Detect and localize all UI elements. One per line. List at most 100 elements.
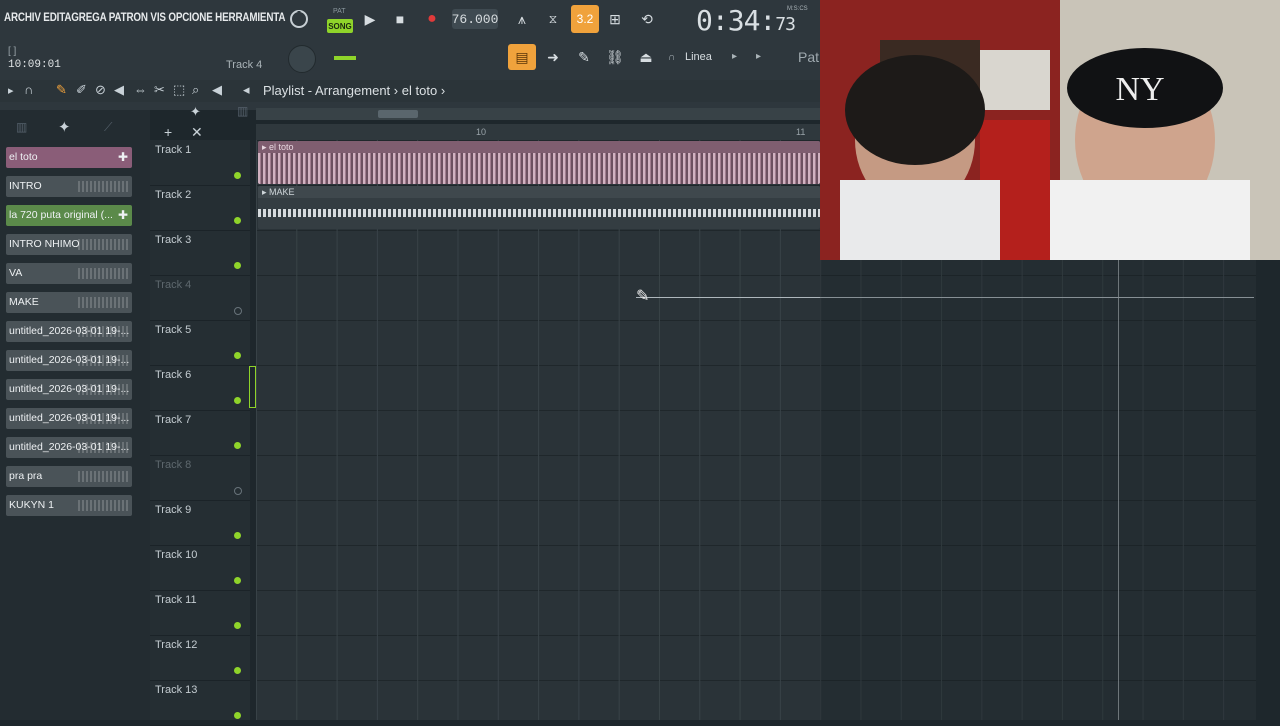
- draw-tool-icon[interactable]: ✎: [56, 82, 67, 98]
- snap-mode-select[interactable]: Linea: [685, 51, 712, 63]
- main-menu[interactable]: ARCHIV EDITAGREGA PATRON VIS OPCIONE HER…: [4, 10, 286, 24]
- pattern-item[interactable]: VA: [6, 263, 132, 284]
- arrow-right-icon[interactable]: ➜: [541, 45, 565, 69]
- blend-notes-icon[interactable]: ⊞: [603, 7, 627, 31]
- playback-tool-icon[interactable]: ◀: [212, 82, 222, 98]
- snap-value-button[interactable]: 3.2: [571, 5, 599, 33]
- track-header[interactable]: Track 1: [150, 140, 250, 186]
- remove-track-icon[interactable]: ✕: [191, 124, 203, 141]
- pattern-item[interactable]: MAKE: [6, 292, 132, 313]
- loop-record-icon[interactable]: ⟲: [635, 7, 659, 31]
- track-header[interactable]: Track 3: [150, 230, 250, 276]
- clip-title-text: MAKE: [269, 187, 295, 197]
- pattern-item[interactable]: untitled_2026-03-01 19-...: [6, 379, 132, 400]
- track-header[interactable]: Track 12: [150, 635, 250, 681]
- record-icon[interactable]: ●: [420, 7, 444, 31]
- playlist-arrow-icon[interactable]: ◂: [243, 82, 250, 98]
- metronome-icon[interactable]: ⩚: [510, 7, 534, 31]
- clip-title: ▸ el toto: [258, 141, 820, 153]
- add-track-icon[interactable]: +: [164, 124, 172, 140]
- time-main: 0:34:: [696, 4, 776, 37]
- track-header[interactable]: Track 5: [150, 320, 250, 366]
- track-mute-led[interactable]: [234, 262, 241, 269]
- picker-automation-icon[interactable]: ⟋: [104, 120, 112, 135]
- pattern-item-label: pra pra: [9, 470, 43, 482]
- track-header[interactable]: Track 13: [150, 680, 250, 726]
- pattern-item[interactable]: untitled_2026-03-01 19-...: [6, 408, 132, 429]
- tempo-display[interactable]: 76.000: [452, 9, 498, 29]
- pattern-arrow-icon[interactable]: ▸: [756, 51, 761, 62]
- track-name: Track 11: [155, 594, 197, 606]
- track-header[interactable]: Track 8: [150, 455, 250, 501]
- playlist-menu-icon[interactable]: ▸: [8, 84, 14, 97]
- track-mute-led[interactable]: [234, 487, 242, 495]
- breadcrumb-item[interactable]: el toto: [402, 83, 437, 98]
- playlist-window-icon[interactable]: ▤: [508, 44, 536, 70]
- timeline-ruler[interactable]: 10 11: [256, 124, 820, 140]
- audio-clip[interactable]: ▸ el toto: [258, 141, 820, 184]
- track-mute-led[interactable]: [234, 577, 241, 584]
- mute-tool-icon[interactable]: ◀: [114, 82, 124, 98]
- track-options-icon[interactable]: ✦: [190, 104, 201, 120]
- pattern-item[interactable]: INTRO: [6, 176, 132, 197]
- pattern-item[interactable]: untitled_2026-03-01 19-...: [6, 350, 132, 371]
- master-volume-knob[interactable]: [288, 45, 316, 73]
- track-name: Track 10: [155, 549, 198, 561]
- pattern-item[interactable]: untitled_2026-03-01 19-...: [6, 437, 132, 458]
- scrollbar-thumb[interactable]: [378, 110, 418, 118]
- master-pitch-slider[interactable]: [334, 56, 356, 60]
- brush-icon[interactable]: ✎: [572, 45, 596, 69]
- track-header[interactable]: Track 9: [150, 500, 250, 546]
- track-mute-led[interactable]: [234, 442, 241, 449]
- play-icon[interactable]: ▶: [358, 7, 382, 31]
- slice-tool-icon[interactable]: ✂: [154, 82, 165, 98]
- pattern-add-icon[interactable]: ✚: [118, 205, 128, 226]
- snap-arrow-icon[interactable]: ▸: [732, 51, 737, 62]
- paint-tool-icon[interactable]: ✐: [76, 82, 87, 98]
- pattern-item[interactable]: untitled_2026-03-01 19-...: [6, 321, 132, 342]
- track-name: Track 12: [155, 639, 198, 651]
- track-mute-led[interactable]: [234, 532, 241, 539]
- track-header[interactable]: Track 10: [150, 545, 250, 591]
- pattern-item[interactable]: INTRO NHIMO: [6, 234, 132, 255]
- wait-input-icon[interactable]: ⧖: [541, 7, 565, 31]
- pattern-waveform: [78, 326, 128, 337]
- pattern-item[interactable]: pra pra: [6, 466, 132, 487]
- track-mute-led[interactable]: [234, 667, 241, 674]
- audio-clip[interactable]: ▸ MAKE: [258, 186, 820, 229]
- pattern-item[interactable]: la 720 puta original (... ✚: [6, 205, 132, 226]
- magnet-icon[interactable]: ∩: [668, 52, 675, 63]
- playlist-scrollbar[interactable]: [256, 108, 820, 120]
- picker-audio-icon[interactable]: ✦: [58, 118, 71, 136]
- track-mute-led[interactable]: [234, 172, 241, 179]
- pattern-item[interactable]: el toto ✚: [6, 147, 132, 168]
- track-mute-led[interactable]: [234, 622, 241, 629]
- track-header[interactable]: Track 7: [150, 410, 250, 456]
- snap-magnet-icon[interactable]: ∩: [24, 82, 33, 97]
- pattern-item[interactable]: KUKYN 1: [6, 495, 132, 516]
- pattern-selector[interactable]: Pat: [798, 49, 819, 65]
- track-header[interactable]: Track 11: [150, 590, 250, 636]
- track-header[interactable]: Track 4: [150, 275, 250, 321]
- track-mute-led[interactable]: [234, 307, 242, 315]
- track-grid-icon[interactable]: ▥: [237, 104, 248, 118]
- track-mute-led[interactable]: [234, 352, 241, 359]
- slip-tool-icon[interactable]: ⇔: [134, 82, 147, 97]
- mixer-icon[interactable]: ⏏: [634, 45, 658, 69]
- webcam-overlay: NY: [820, 0, 1280, 260]
- track-header[interactable]: Track 6: [150, 365, 250, 411]
- track-mute-led[interactable]: [234, 397, 241, 404]
- pattern-add-icon[interactable]: ✚: [118, 147, 128, 168]
- zoom-tool-icon[interactable]: ⌕: [192, 82, 199, 98]
- track-header[interactable]: Track 2: [150, 185, 250, 231]
- track-mute-led[interactable]: [234, 217, 241, 224]
- song-mode-toggle[interactable]: SONG: [327, 19, 353, 33]
- picker-patterns-icon[interactable]: ▥: [16, 120, 27, 134]
- select-tool-icon[interactable]: ⬚: [173, 82, 185, 98]
- pattern-waveform: [78, 384, 128, 395]
- tempo-tap-icon[interactable]: [287, 7, 311, 31]
- delete-tool-icon[interactable]: ⊘: [95, 82, 106, 98]
- link-icon[interactable]: ⛓: [603, 45, 627, 69]
- track-mute-led[interactable]: [234, 712, 241, 719]
- stop-icon[interactable]: ■: [388, 7, 412, 31]
